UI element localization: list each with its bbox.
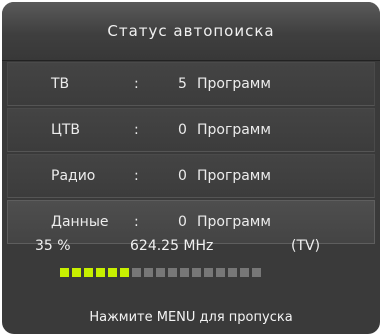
row-separator: : (134, 122, 139, 138)
row-unit: Программ (197, 76, 271, 92)
row-label: ЦТВ (51, 122, 81, 138)
frequency-readout: 624.25 MHz (130, 238, 214, 254)
progress-segment-filled (120, 268, 129, 277)
progress-segment-filled (108, 268, 117, 277)
progress-segment-empty (252, 268, 261, 277)
progress-segment-empty (168, 268, 177, 277)
row-label: Радио (51, 168, 96, 184)
row-label: Данные (51, 214, 109, 230)
progress-segment-empty (180, 268, 189, 277)
row-separator: : (134, 168, 139, 184)
progress-segment-empty (192, 268, 201, 277)
progress-segment-filled (72, 268, 81, 277)
progress-segment-empty (132, 268, 141, 277)
skip-hint: Нажмите MENU для пропуска (89, 310, 293, 325)
row-unit: Программ (197, 168, 271, 184)
channel-count-list: ТВ : 5 Программ ЦТВ : 0 Программ Радио :… (7, 62, 375, 246)
row-tv: ТВ : 5 Программ (7, 62, 375, 106)
row-dtv: ЦТВ : 0 Программ (7, 108, 375, 152)
dialog-header: Статус автопоиска (2, 2, 380, 61)
row-radio: Радио : 0 Программ (7, 154, 375, 198)
progress-segment-empty (228, 268, 237, 277)
row-count: 0 (178, 214, 187, 230)
autosearch-dialog: Статус автопоиска ТВ : 5 Программ ЦТВ : … (2, 2, 380, 334)
row-label: ТВ (51, 76, 70, 92)
progress-segment-filled (60, 268, 69, 277)
progress-segment-empty (240, 268, 249, 277)
progress-segment-empty (156, 268, 165, 277)
progress-segment-empty (216, 268, 225, 277)
dialog-title: Статус автопоиска (107, 22, 275, 40)
progress-segment-filled (84, 268, 93, 277)
scan-mode: (TV) (291, 238, 321, 254)
row-unit: Программ (197, 214, 271, 230)
scan-status: 35 % 624.25 MHz (TV) (2, 238, 380, 258)
row-count: 0 (178, 122, 187, 138)
progress-bar (60, 268, 261, 277)
row-separator: : (134, 76, 139, 92)
row-count: 0 (178, 168, 187, 184)
row-unit: Программ (197, 122, 271, 138)
progress-percent: 35 % (35, 238, 71, 254)
progress-segment-empty (204, 268, 213, 277)
progress-segment-empty (144, 268, 153, 277)
progress-segment-filled (96, 268, 105, 277)
row-separator: : (134, 214, 139, 230)
row-count: 5 (178, 76, 187, 92)
